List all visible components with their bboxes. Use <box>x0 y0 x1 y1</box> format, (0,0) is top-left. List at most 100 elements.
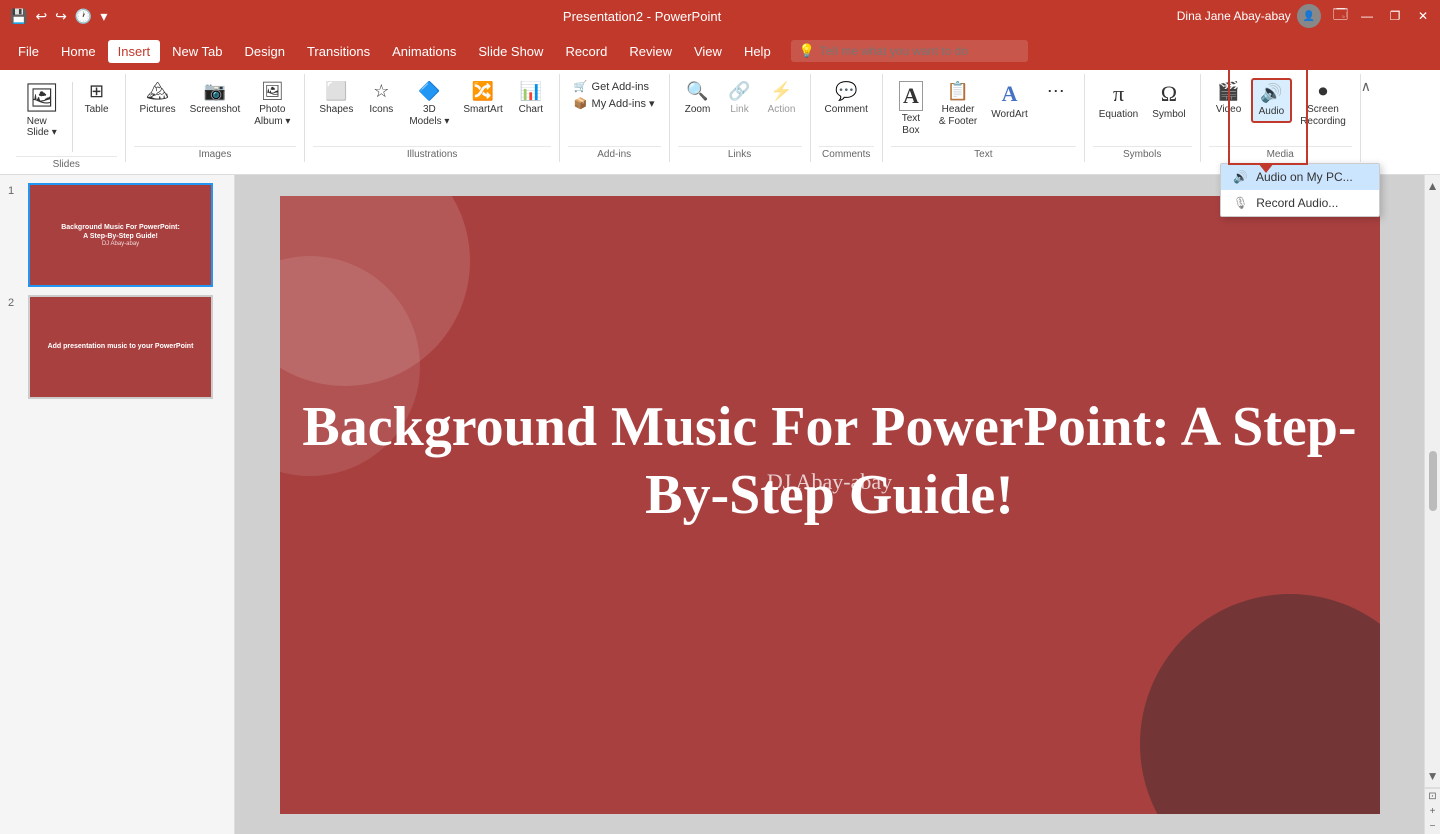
links-group-label: Links <box>678 146 802 162</box>
photo-album-button[interactable]: 🖼 PhotoAlbum ▾ <box>248 78 296 131</box>
illustrations-group-label: Illustrations <box>313 146 550 162</box>
icons-button[interactable]: ☆ Icons <box>361 78 401 119</box>
autosave-icon[interactable]: 🕐 <box>75 8 92 25</box>
save-icon[interactable]: 💾 <box>10 8 27 25</box>
thumb1-title: Background Music For PowerPoint:A Step-B… <box>61 223 180 241</box>
photo-album-icon: 🖼 <box>261 81 284 102</box>
audio-button[interactable]: 🔊 Audio <box>1251 78 1293 123</box>
audio-on-pc-item[interactable]: 🔊 Audio on My PC... <box>1221 164 1379 190</box>
audio-icon: 🔊 <box>1260 83 1282 104</box>
ribbon-group-text: A TextBox 📋 Header& Footer A WordArt ⋯ T… <box>883 74 1085 162</box>
screen-recording-icon: ⏺ <box>1318 81 1327 102</box>
slide-thumb-2[interactable]: 2 Add presentation music to your PowerPo… <box>8 295 226 399</box>
slide-thumb-1[interactable]: 1 Background Music For PowerPoint:A Step… <box>8 183 226 287</box>
symbol-button[interactable]: Ω Symbol <box>1146 78 1191 124</box>
menu-design[interactable]: Design <box>235 40 295 63</box>
search-input[interactable] <box>820 44 1020 58</box>
images-group-items: 🏔 Pictures 📷 Screenshot 🖼 PhotoAlbum ▾ <box>134 74 297 146</box>
redo-icon[interactable]: ↪ <box>55 8 67 25</box>
slide-panel: 1 Background Music For PowerPoint:A Step… <box>0 175 235 834</box>
menu-help[interactable]: Help <box>734 40 781 63</box>
text-box-icon: A <box>899 81 923 111</box>
chart-button[interactable]: 📊 Chart <box>511 78 551 119</box>
header-footer-label: Header& Footer <box>939 104 977 128</box>
scroll-thumb[interactable] <box>1429 451 1437 511</box>
shapes-label: Shapes <box>319 104 353 116</box>
wordart-button[interactable]: A WordArt <box>985 78 1034 124</box>
3d-models-label: 3DModels ▾ <box>409 104 449 128</box>
titlebar-left: 💾 ↩ ↪ 🕐 ▾ <box>10 8 107 25</box>
menu-home[interactable]: Home <box>51 40 106 63</box>
menu-animations[interactable]: Animations <box>382 40 466 63</box>
maximize-button[interactable]: ❐ <box>1388 9 1402 23</box>
audio-on-pc-icon: 🔊 <box>1233 170 1248 184</box>
more-text-button[interactable]: ⋯ <box>1036 78 1076 107</box>
header-footer-button[interactable]: 📋 Header& Footer <box>933 78 983 131</box>
new-slide-icon: 🖼 <box>24 81 60 114</box>
fit-page-button[interactable]: ⊡ <box>1426 789 1438 804</box>
slides-group-items: 🖼 NewSlide ▾ ⊞ Table <box>16 74 117 156</box>
comment-button[interactable]: 💬 Comment <box>819 78 874 119</box>
screen-recording-button[interactable]: ⏺ ScreenRecording <box>1294 78 1352 131</box>
screen-recording-label: ScreenRecording <box>1300 104 1346 128</box>
action-button[interactable]: ⚡ Action <box>762 78 802 119</box>
my-addins-icon: 📦 <box>574 97 588 110</box>
menu-slideshow[interactable]: Slide Show <box>468 40 553 63</box>
customize-icon[interactable]: ▾ <box>100 8 107 25</box>
text-box-button[interactable]: A TextBox <box>891 78 931 140</box>
pictures-button[interactable]: 🏔 Pictures <box>134 78 182 119</box>
zoom-out-button[interactable]: − <box>1428 819 1438 834</box>
slide-main[interactable]: Background Music For PowerPoint: A Step-… <box>280 196 1380 814</box>
zoom-in-button[interactable]: + <box>1428 804 1438 819</box>
menu-insert[interactable]: Insert <box>108 40 161 63</box>
screenshot-label: Screenshot <box>190 104 241 116</box>
restore-down-icon[interactable]: 🗔 <box>1333 4 1348 28</box>
collapse-ribbon-button[interactable]: ∧ <box>1361 78 1371 95</box>
undo-icon[interactable]: ↩ <box>35 8 47 25</box>
3d-models-button[interactable]: 🔷 3DModels ▾ <box>403 78 455 131</box>
symbols-group-items: π Equation Ω Symbol <box>1093 74 1192 146</box>
smartart-button[interactable]: 🔀 SmartArt <box>457 78 508 119</box>
menu-transitions[interactable]: Transitions <box>297 40 380 63</box>
text-box-label: TextBox <box>902 113 920 137</box>
thumb2-title: Add presentation music to your PowerPoin… <box>48 342 194 351</box>
links-group-items: 🔍 Zoom 🔗 Link ⚡ Action <box>678 74 802 146</box>
media-group-items: 🎬 Video 🔊 Audio ⏺ ScreenRecording <box>1209 74 1352 146</box>
equation-button[interactable]: π Equation <box>1093 78 1144 124</box>
scroll-up-button[interactable]: ▲ <box>1423 175 1440 197</box>
menu-review[interactable]: Review <box>619 40 682 63</box>
minimize-button[interactable]: — <box>1360 9 1374 23</box>
menu-newtab[interactable]: New Tab <box>162 40 232 63</box>
get-addins-button[interactable]: 🛒 Get Add-ins <box>568 78 661 95</box>
shapes-button[interactable]: ⬜ Shapes <box>313 78 359 119</box>
my-addins-button[interactable]: 📦 My Add-ins ▾ <box>568 95 661 112</box>
screenshot-button[interactable]: 📷 Screenshot <box>184 78 247 119</box>
wordart-icon: A <box>1002 81 1018 107</box>
menu-view[interactable]: View <box>684 40 732 63</box>
titlebar-right: Dina Jane Abay-abay 👤 🗔 — ❐ ✕ <box>1177 4 1430 28</box>
illustrations-group-items: ⬜ Shapes ☆ Icons 🔷 3DModels ▾ 🔀 SmartArt… <box>313 74 550 146</box>
menu-file[interactable]: File <box>8 40 49 63</box>
slide-number-2: 2 <box>8 295 23 309</box>
table-button[interactable]: ⊞ Table <box>77 78 117 119</box>
header-footer-icon: 📋 <box>947 81 969 102</box>
avatar[interactable]: 👤 <box>1297 4 1321 28</box>
audio-label: Audio <box>1259 106 1285 118</box>
new-slide-button[interactable]: 🖼 NewSlide ▾ <box>16 78 68 141</box>
scroll-down-button[interactable]: ▼ <box>1423 765 1440 787</box>
record-audio-item[interactable]: 🎙 Record Audio... <box>1221 190 1379 216</box>
link-button[interactable]: 🔗 Link <box>720 78 760 119</box>
zoom-label: Zoom <box>685 104 711 116</box>
zoom-button[interactable]: 🔍 Zoom <box>678 78 718 119</box>
addins-group-items: 🛒 Get Add-ins 📦 My Add-ins ▾ <box>568 74 661 146</box>
zoom-icon: 🔍 <box>686 81 708 102</box>
equation-label: Equation <box>1099 109 1138 121</box>
ribbon-group-illustrations: ⬜ Shapes ☆ Icons 🔷 3DModels ▾ 🔀 SmartArt… <box>305 74 559 162</box>
ribbon: 🖼 NewSlide ▾ ⊞ Table Slides 🏔 Pictures <box>0 70 1440 175</box>
ribbon-group-slides: 🖼 NewSlide ▾ ⊞ Table Slides <box>8 74 126 162</box>
menu-record[interactable]: Record <box>555 40 617 63</box>
ribbon-group-comments: 💬 Comment Comments <box>811 74 883 162</box>
slide-thumb-inner-1: Background Music For PowerPoint:A Step-B… <box>28 183 213 287</box>
close-button[interactable]: ✕ <box>1416 9 1430 23</box>
video-button[interactable]: 🎬 Video <box>1209 78 1249 119</box>
